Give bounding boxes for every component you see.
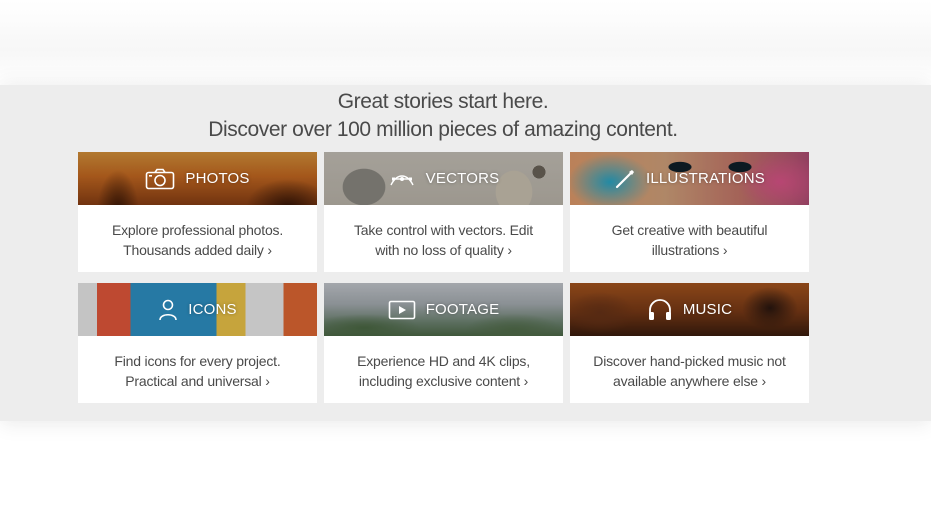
illustrations-banner: ILLUSTRATIONS [570, 152, 809, 205]
photos-description: Explore professional photos. Thousands a… [78, 205, 317, 260]
camera-icon [145, 168, 175, 190]
illustrations-description: Get creative with beautiful illustration… [570, 205, 809, 260]
photos-link[interactable]: Thousands added daily › [88, 240, 307, 260]
play-icon [388, 300, 416, 320]
headline: Great stories start here. Discover over … [0, 88, 886, 144]
music-link[interactable]: available anywhere else › [580, 371, 799, 391]
icons-banner: ICONS [78, 283, 317, 336]
category-card-icons[interactable]: ICONS Find icons for every project. Prac… [78, 283, 317, 403]
photos-title: PHOTOS [185, 170, 250, 187]
photos-banner: PHOTOS [78, 152, 317, 205]
icons-link[interactable]: Practical and universal › [88, 371, 307, 391]
music-banner: MUSIC [570, 283, 809, 336]
footage-description: Experience HD and 4K clips, including ex… [324, 336, 563, 391]
category-card-vectors[interactable]: VECTORS Take control with vectors. Edit … [324, 152, 563, 272]
person-icon [158, 299, 178, 321]
headline-line-2: Discover over 100 million pieces of amaz… [208, 118, 678, 141]
category-card-photos[interactable]: PHOTOS Explore professional photos. Thou… [78, 152, 317, 272]
pen-tool-icon [388, 169, 416, 189]
illustrations-link[interactable]: illustrations › [580, 240, 799, 260]
music-title: MUSIC [682, 301, 733, 318]
vectors-link[interactable]: with no loss of quality › [334, 240, 553, 260]
paintbrush-icon [614, 168, 636, 190]
headline-line-1: Great stories start here. [337, 90, 549, 113]
page: Great stories start here. Discover over … [0, 0, 931, 506]
illustrations-title: ILLUSTRATIONS [645, 170, 765, 187]
category-card-illustrations[interactable]: ILLUSTRATIONS Get creative with beautifu… [570, 152, 809, 272]
category-card-footage[interactable]: FOOTAGE Experience HD and 4K clips, incl… [324, 283, 563, 403]
category-grid: PHOTOS Explore professional photos. Thou… [78, 152, 809, 403]
footage-title: FOOTAGE [425, 301, 500, 318]
icons-title: ICONS [188, 301, 237, 318]
vectors-title: VECTORS [425, 170, 500, 187]
vectors-description: Take control with vectors. Edit with no … [324, 205, 563, 260]
footage-link[interactable]: including exclusive content › [334, 371, 553, 391]
vectors-banner: VECTORS [324, 152, 563, 205]
footage-banner: FOOTAGE [324, 283, 563, 336]
headphones-icon [647, 298, 673, 321]
icons-description: Find icons for every project. Practical … [78, 336, 317, 391]
category-card-music[interactable]: MUSIC Discover hand-picked music not ava… [570, 283, 809, 403]
music-description: Discover hand-picked music not available… [570, 336, 809, 391]
